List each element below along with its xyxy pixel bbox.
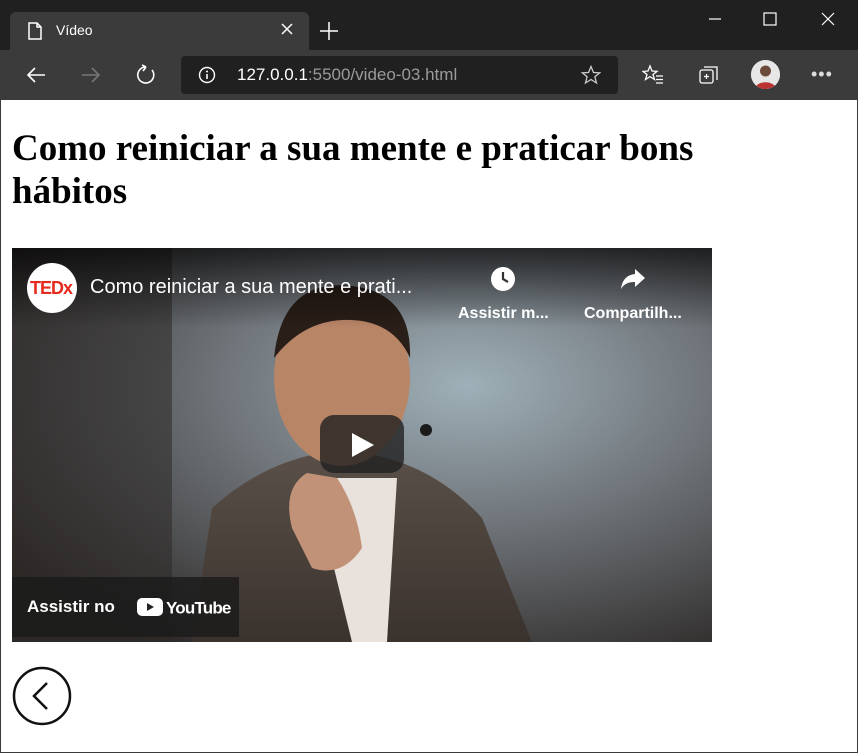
close-window-icon[interactable] (819, 10, 837, 28)
profile-picture-icon (751, 60, 780, 89)
avatar[interactable] (751, 60, 780, 89)
channel-logo-text: TEDx (30, 278, 73, 298)
page-title: Como reiniciar a sua mente e praticar bo… (12, 128, 694, 212)
play-button[interactable] (320, 415, 404, 473)
url-text: 127.0.0.1:5500/video-03.html (237, 65, 457, 85)
watch-later-button[interactable]: Assistir m... (458, 266, 549, 323)
new-tab-icon[interactable] (318, 20, 340, 42)
share-icon (620, 269, 645, 289)
star-icon[interactable] (581, 65, 601, 85)
watch-on-youtube-button[interactable]: Assistir no YouTube (12, 577, 239, 637)
watch-on-label: Assistir no (27, 597, 115, 616)
youtube-logo-text: YouTube (166, 599, 231, 618)
page-content: Como reiniciar a sua mente e praticar bo… (0, 100, 858, 753)
channel-logo[interactable]: TEDx (27, 263, 77, 313)
clock-icon (491, 267, 516, 291)
share-button[interactable]: Compartilh... (584, 266, 682, 323)
collections-icon[interactable] (698, 64, 720, 86)
chevron-left-icon[interactable] (12, 666, 72, 726)
address-bar[interactable]: 127.0.0.1:5500/video-03.html (181, 56, 618, 94)
youtube-logo: YouTube (137, 598, 232, 618)
favorites-icon[interactable] (642, 64, 664, 86)
close-tab-icon[interactable] (280, 22, 294, 36)
url-path: :5500/video-03.html (307, 65, 458, 84)
back-arrow-icon[interactable] (25, 64, 47, 86)
more-icon[interactable]: ••• (811, 64, 833, 85)
video-player[interactable]: TEDx Como reiniciar a sua mente e prati.… (12, 248, 712, 642)
browser-chrome: Vídeo 127.0.0.1:5500/video-03.html ••• (0, 0, 858, 100)
watch-later-label: Assistir m... (458, 305, 549, 322)
toolbar: 127.0.0.1:5500/video-03.html ••• (0, 50, 858, 100)
refresh-icon[interactable] (135, 64, 157, 86)
play-icon (352, 433, 374, 457)
browser-tab[interactable]: Vídeo (10, 12, 309, 50)
url-host: 127.0.0.1 (237, 65, 308, 84)
video-title[interactable]: Como reiniciar a sua mente e prati... (90, 276, 412, 299)
document-icon (28, 22, 42, 40)
share-label: Compartilh... (584, 305, 682, 322)
info-icon[interactable] (198, 66, 216, 84)
forward-arrow-icon[interactable] (80, 64, 102, 86)
minimize-icon[interactable] (706, 10, 724, 28)
tab-title: Vídeo (56, 22, 93, 38)
maximize-icon[interactable] (761, 10, 779, 28)
